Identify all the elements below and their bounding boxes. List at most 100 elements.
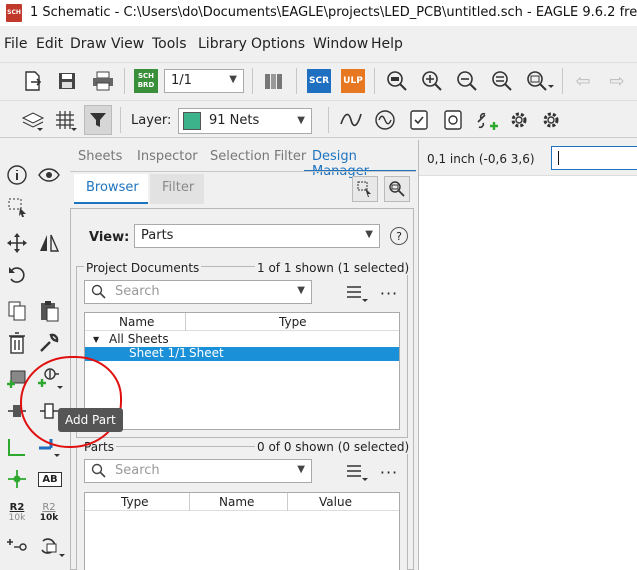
- column-type[interactable]: Type: [279, 315, 307, 329]
- add-pin-icon[interactable]: [4, 534, 30, 560]
- layer-select-value: 91 Nets: [209, 113, 260, 128]
- sch-brd-switch-button[interactable]: SCH BRD: [134, 69, 158, 93]
- menu-tools[interactable]: Tools: [152, 36, 187, 52]
- oscillator-icon[interactable]: [372, 108, 398, 132]
- gear-icon[interactable]: [538, 108, 564, 132]
- library-icon[interactable]: [262, 69, 286, 93]
- zoom-redraw-icon[interactable]: [490, 69, 514, 93]
- wrench-icon[interactable]: [36, 330, 62, 356]
- project-documents-count: 1 of 1 shown (1 selected): [255, 261, 412, 275]
- ulp-label: ULP: [343, 76, 363, 86]
- schematic-canvas[interactable]: 0,1 inch (-0,6 3,6): [418, 140, 637, 570]
- gear-icon[interactable]: [506, 108, 532, 132]
- project-documents-label: Project Documents: [84, 261, 202, 275]
- annotation-circle: [20, 356, 122, 448]
- subtab-filter[interactable]: Filter: [150, 174, 204, 204]
- zoom-to-selection-icon[interactable]: [384, 176, 410, 202]
- name-button[interactable]: R2 10k: [4, 500, 30, 526]
- sheet-select-value: 1/1: [171, 73, 192, 88]
- undo-icon[interactable]: ⇦: [570, 69, 596, 93]
- tab-selection-filter[interactable]: Selection Filter: [202, 144, 314, 172]
- menu-view[interactable]: View: [111, 36, 144, 52]
- column-type[interactable]: Type: [121, 495, 149, 509]
- delete-icon[interactable]: [4, 330, 30, 356]
- zoom-in-icon[interactable]: [420, 69, 444, 93]
- menu-draw[interactable]: Draw: [70, 36, 107, 52]
- menu-help[interactable]: Help: [371, 36, 403, 52]
- design-manager-panel: Sheets Inspector Selection Filter Design…: [68, 140, 416, 570]
- open-icon[interactable]: [20, 69, 46, 93]
- view-select[interactable]: Parts ▼: [134, 224, 380, 248]
- menu-edit[interactable]: Edit: [36, 36, 63, 52]
- menu-file[interactable]: File: [4, 36, 27, 52]
- help-icon[interactable]: ?: [390, 227, 408, 245]
- view-label: View:: [89, 230, 130, 245]
- tab-divider: [70, 171, 416, 172]
- value-tool-label: R2: [42, 502, 56, 513]
- column-value[interactable]: Value: [319, 495, 352, 509]
- show-eye-icon[interactable]: [36, 162, 62, 188]
- column-name[interactable]: Name: [119, 315, 154, 329]
- grid-icon[interactable]: [52, 107, 80, 133]
- project-documents-list: Name Type ▼ All Sheets Sheet 1/1 Sheet: [84, 312, 400, 430]
- menu-library[interactable]: Library: [198, 36, 247, 52]
- print-icon[interactable]: [90, 69, 116, 93]
- zoom-out-icon[interactable]: [455, 69, 479, 93]
- more-options-icon[interactable]: ···: [376, 282, 402, 304]
- zoom-fit-icon[interactable]: [385, 69, 409, 93]
- move-icon[interactable]: [4, 230, 30, 256]
- ulp-button[interactable]: ULP: [341, 69, 365, 93]
- sheet-select[interactable]: 1/1 ▼: [164, 69, 244, 93]
- net-icon[interactable]: [4, 434, 30, 460]
- list-options-icon[interactable]: [344, 282, 370, 304]
- parameter-toolbar: Layer: 91 Nets ▼: [0, 100, 637, 138]
- annotate-icon[interactable]: [440, 108, 466, 132]
- menu-options[interactable]: Options: [251, 36, 305, 52]
- erc-icon[interactable]: [406, 108, 432, 132]
- filter-icon[interactable]: [84, 105, 112, 135]
- more-options-icon[interactable]: ···: [376, 461, 402, 483]
- info-icon[interactable]: [4, 162, 30, 188]
- subtab-browser[interactable]: Browser: [74, 174, 148, 204]
- project-search-input[interactable]: Search ▼: [84, 280, 312, 304]
- row-type: Sheet: [189, 346, 224, 360]
- menu-window[interactable]: Window: [313, 36, 368, 52]
- chevron-down-icon: ▼: [365, 229, 373, 240]
- group-select-icon[interactable]: [4, 194, 30, 220]
- layer-select[interactable]: 91 Nets ▼: [178, 108, 312, 134]
- parts-search-input[interactable]: Search ▼: [84, 459, 312, 483]
- rotate-icon[interactable]: [4, 262, 30, 288]
- wire-bend-icon[interactable]: [338, 108, 364, 132]
- layer-settings-icon[interactable]: [18, 107, 48, 133]
- tab-inspector[interactable]: Inspector: [129, 144, 206, 172]
- list-item-selected[interactable]: Sheet 1/1 Sheet: [85, 346, 399, 361]
- junction-icon[interactable]: [4, 466, 30, 492]
- copy-icon[interactable]: [4, 298, 30, 324]
- command-input[interactable]: [551, 146, 637, 170]
- paste-icon[interactable]: [36, 298, 62, 324]
- save-icon[interactable]: [54, 69, 80, 93]
- select-in-canvas-icon[interactable]: [352, 176, 378, 202]
- add-link-icon[interactable]: [472, 108, 500, 134]
- value-button[interactable]: R2 10k: [36, 500, 62, 526]
- mirror-icon[interactable]: [36, 230, 62, 256]
- search-icon: [91, 284, 107, 304]
- smash-icon[interactable]: [36, 534, 66, 560]
- script-button[interactable]: SCR: [307, 69, 331, 93]
- redo-icon[interactable]: ⇨: [604, 69, 630, 93]
- column-divider: [287, 493, 288, 511]
- layer-label: Layer:: [131, 113, 172, 128]
- tree-root-all-sheets[interactable]: All Sheets: [109, 332, 169, 346]
- project-search-placeholder: Search: [115, 284, 160, 299]
- label-button[interactable]: AB: [36, 466, 64, 492]
- sch-brd-label: SCH BRD: [137, 72, 155, 89]
- tab-sheets[interactable]: Sheets: [70, 144, 130, 172]
- separator: [120, 107, 121, 133]
- tab-design-manager[interactable]: Design Manager: [304, 144, 416, 179]
- zoom-select-icon[interactable]: [525, 69, 555, 93]
- list-options-icon[interactable]: [344, 461, 370, 483]
- column-name[interactable]: Name: [219, 495, 254, 509]
- name-tool-sub: 10k: [8, 513, 26, 523]
- tree-expand-icon[interactable]: ▼: [93, 335, 99, 344]
- view-select-value: Parts: [141, 228, 174, 243]
